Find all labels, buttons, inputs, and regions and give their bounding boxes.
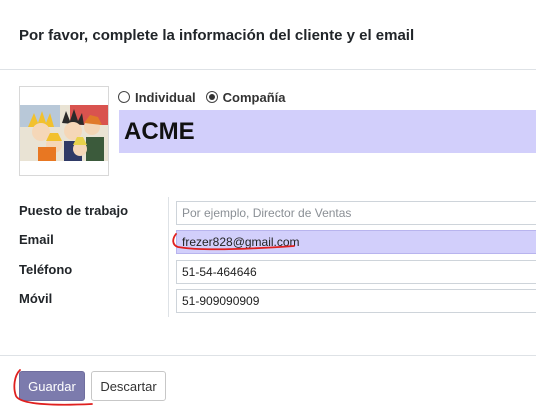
contact-type-selector: Individual Compañía bbox=[118, 88, 296, 106]
avatar[interactable] bbox=[19, 86, 109, 176]
phone-field[interactable]: 51-54-464646 bbox=[176, 260, 536, 284]
radio-individual[interactable]: Individual bbox=[118, 90, 196, 105]
dialog-body: Individual Compañía ACME Puesto de traba… bbox=[0, 70, 536, 356]
annotation-underline-email bbox=[172, 233, 295, 251]
discard-button[interactable]: Descartar bbox=[91, 371, 166, 401]
mobile-field[interactable]: 51-909090909 bbox=[176, 289, 536, 313]
form-column-divider bbox=[168, 197, 169, 317]
company-name-input[interactable]: ACME bbox=[119, 110, 536, 153]
phone-label: Teléfono bbox=[19, 262, 73, 277]
radio-checked-icon[interactable] bbox=[205, 91, 218, 103]
dialog-title: Por favor, complete la información del c… bbox=[19, 27, 415, 44]
annotation-mark-save bbox=[13, 369, 93, 406]
radio-company-label: Compañía bbox=[222, 89, 286, 105]
radio-company[interactable]: Compañía bbox=[205, 89, 286, 105]
avatar-image-icon bbox=[20, 87, 108, 175]
job-position-input[interactable]: Por ejemplo, Director de Ventas bbox=[176, 201, 536, 225]
dialog-footer: Guardar Descartar bbox=[0, 355, 536, 417]
dialog-header: Por favor, complete la información del c… bbox=[0, 0, 536, 70]
job-position-label: Puesto de trabajo bbox=[19, 203, 129, 218]
email-label: Email bbox=[19, 232, 54, 247]
radio-unchecked-icon[interactable] bbox=[118, 91, 130, 103]
radio-individual-label: Individual bbox=[135, 89, 196, 105]
mobile-label: Móvil bbox=[19, 291, 53, 306]
